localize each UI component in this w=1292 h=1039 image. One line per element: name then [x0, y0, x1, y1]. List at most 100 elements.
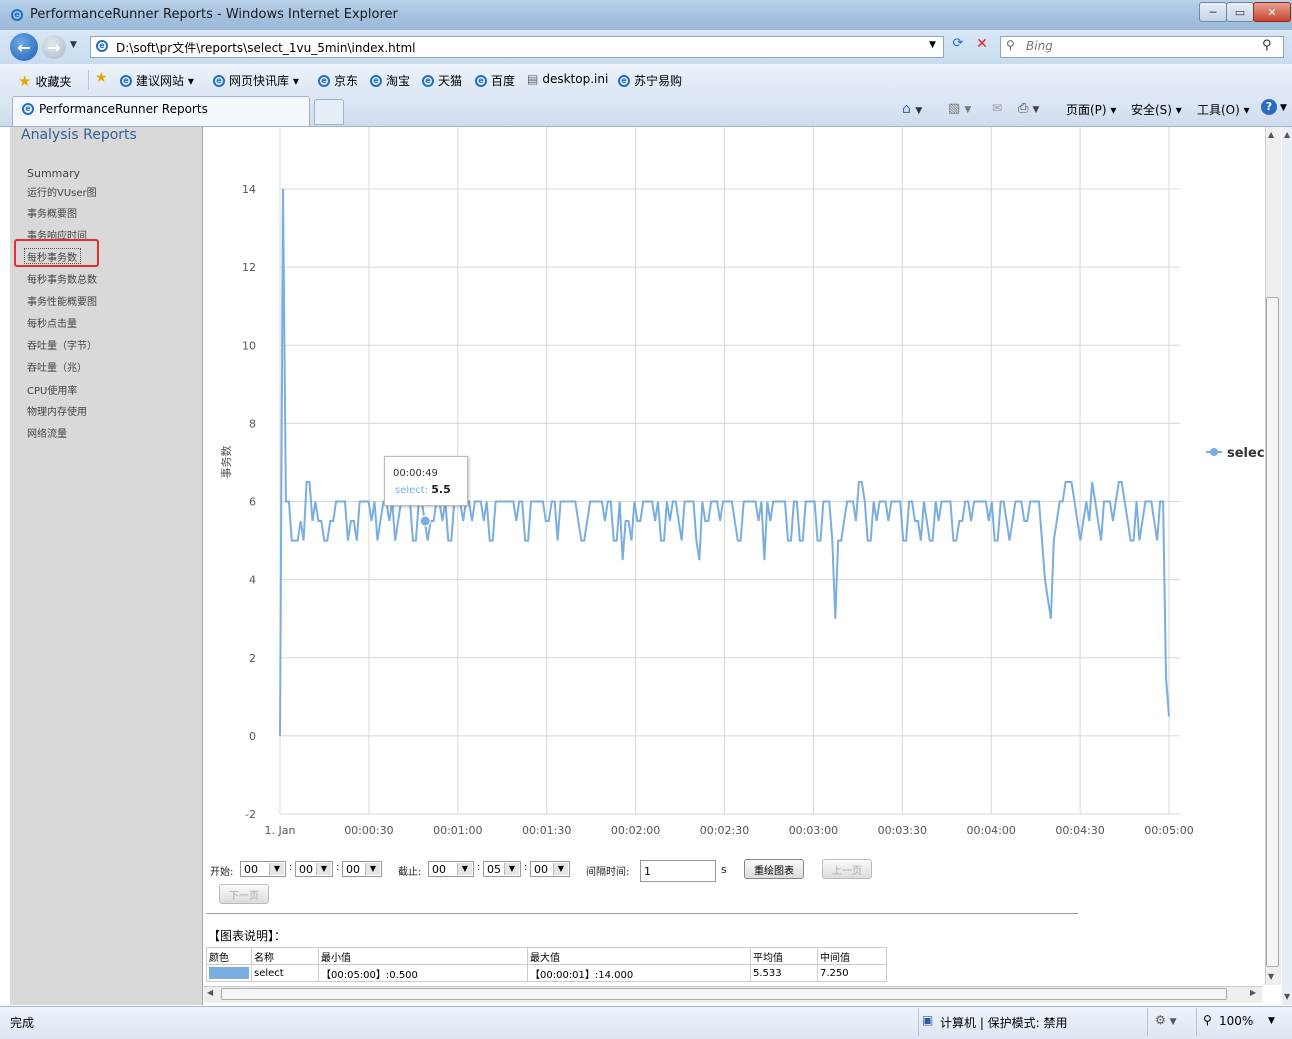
address-text[interactable]: D:\soft\pr文件\reports\select_1vu_5min\ind…	[116, 39, 416, 56]
fav-item-tmall[interactable]: e 天猫	[422, 72, 462, 89]
hovered-data-point[interactable]	[419, 515, 431, 527]
ie-page-icon: e	[370, 74, 382, 87]
recent-pages-dropdown-icon[interactable]: ▼	[70, 40, 77, 50]
tooltip-series-label: select:	[395, 485, 429, 496]
prev-page-button[interactable]: 上一页	[822, 859, 872, 879]
vertical-scroll-thumb[interactable]	[1266, 297, 1279, 967]
zoom-dropdown-icon[interactable]: ▼	[1268, 1016, 1275, 1026]
fav-item-label: 天猫	[438, 74, 463, 88]
forward-button[interactable]: →	[42, 35, 66, 59]
sidebar-item-hits-per-second[interactable]: 每秒点击量	[27, 315, 77, 330]
rss-feed-icon[interactable]: ▧ ▼	[948, 101, 971, 116]
y-axis-label: 事务数	[220, 446, 233, 479]
home-icon[interactable]: ⌂ ▼	[902, 101, 922, 117]
scroll-down-icon[interactable]: ▼	[1268, 972, 1274, 981]
select-value: 00	[244, 862, 258, 876]
colon-label: :	[336, 862, 340, 873]
start-label: 开始:	[210, 867, 234, 878]
zoom-icon[interactable]: ⚲	[1203, 1013, 1212, 1027]
fav-item-label: 建议网站 ▾	[136, 74, 194, 88]
help-dropdown-icon[interactable]: ▼	[1280, 103, 1287, 113]
fav-item-suggested[interactable]: e 建议网站 ▾	[120, 72, 194, 89]
separator	[1196, 1008, 1197, 1036]
safety-menu-button[interactable]: 安全(S) ▾	[1131, 101, 1182, 118]
zoom-level[interactable]: 100%	[1219, 1014, 1253, 1028]
chart-tooltip	[384, 456, 468, 506]
minimize-button[interactable]: ─	[1199, 2, 1227, 22]
header-max: 最大值	[527, 947, 751, 965]
separator	[88, 70, 89, 90]
add-favorite-icon[interactable]: ★	[95, 70, 108, 86]
legend-label[interactable]: selec	[1227, 446, 1265, 461]
y-tick-label: 0	[249, 730, 256, 743]
sidebar-item-total-transactions-per-second[interactable]: 每秒事务数总数	[27, 271, 97, 286]
chevron-down-icon: ▼	[269, 863, 284, 875]
sidebar-item-network-traffic[interactable]: 网络流量	[27, 425, 67, 440]
back-button[interactable]: ←	[10, 33, 38, 61]
start-minute-select[interactable]: 00 ▼	[295, 861, 333, 877]
address-dropdown-icon[interactable]: ▼	[929, 40, 936, 50]
scroll-right-icon[interactable]: ▶	[1250, 988, 1256, 997]
sidebar-item-transaction-performance-summary[interactable]: 事务性能概要图	[27, 293, 97, 308]
colon-label: :	[289, 862, 293, 873]
outer-scroll-down-icon[interactable]: ▼	[1284, 992, 1290, 1001]
end-second-select[interactable]: 00 ▼	[530, 861, 570, 877]
fav-item-jd[interactable]: e 京东	[318, 72, 358, 89]
tools-menu-button[interactable]: 工具(O) ▾	[1197, 101, 1250, 118]
select-value: 00	[346, 862, 360, 876]
table-header-row: 颜色 名称 最小值 最大值 平均值 中间值	[206, 947, 887, 965]
sidebar-item-running-vusers[interactable]: 运行的VUser图	[27, 184, 97, 199]
scroll-left-icon[interactable]: ◀	[207, 988, 213, 997]
start-hour-select[interactable]: 00 ▼	[240, 861, 286, 877]
sidebar-item-transaction-summary[interactable]: 事务概要图	[27, 205, 77, 220]
sidebar-item-transactions-per-second[interactable]: 每秒事务数	[27, 249, 77, 264]
fav-item-webslice[interactable]: e 网页快讯库 ▾	[213, 72, 299, 89]
refresh-icon[interactable]: ⟳	[948, 36, 968, 56]
page-menu-button[interactable]: 页面(P) ▾	[1066, 101, 1116, 118]
separator	[918, 1008, 919, 1036]
sidebar-item-cpu-usage[interactable]: CPU使用率	[27, 382, 77, 397]
end-minute-select[interactable]: 05 ▼	[483, 861, 521, 877]
sidebar-item-throughput-mb[interactable]: 吞吐量（兆）	[27, 359, 87, 374]
stop-icon[interactable]: ✕	[972, 36, 992, 56]
close-window-button[interactable]: ✕	[1253, 2, 1291, 22]
table-row: select 【00:05:00】:0.500 【00:00:01】:14.00…	[206, 964, 887, 982]
x-tick-label: 1. Jan	[265, 824, 296, 837]
fav-item-suning[interactable]: e 苏宁易购	[618, 72, 682, 89]
x-tick-label: 00:02:00	[611, 824, 660, 837]
y-axis-ticks: 14 12 10 8 6 4 2 0 -2	[242, 183, 256, 821]
fav-item-baidu[interactable]: e 百度	[475, 72, 515, 89]
sidebar-item-summary[interactable]: Summary	[27, 167, 80, 180]
search-icon[interactable]: ⚲	[1262, 38, 1272, 53]
sidebar-item-physical-memory[interactable]: 物理内存使用	[27, 403, 87, 418]
protected-mode-icon[interactable]: ⚙ ▼	[1155, 1013, 1177, 1027]
fav-item-label: 网页快讯库 ▾	[229, 74, 299, 88]
scroll-up-icon[interactable]: ▲	[1268, 130, 1274, 139]
sidebar-item-throughput-bytes[interactable]: 吞吐量（字节）	[27, 337, 97, 352]
maximize-button[interactable]: ▭	[1226, 2, 1254, 22]
x-axis-ticks: 1. Jan 00:00:30 00:01:00 00:01:30 00:02:00 00…	[265, 824, 1194, 837]
security-zone-text[interactable]: 计算机 | 保护模式: 禁用	[940, 1014, 1068, 1031]
next-page-button[interactable]: 下一页	[219, 884, 269, 904]
fav-item-taobao[interactable]: e 淘宝	[370, 72, 410, 89]
back-arrow-icon: ←	[17, 37, 31, 57]
median-cell: 7.250	[817, 964, 887, 982]
horizontal-scroll-thumb[interactable]	[221, 988, 1227, 1000]
mail-icon[interactable]: ✉	[992, 101, 1002, 115]
select-value: 00	[432, 862, 446, 876]
status-text: 完成	[10, 1016, 35, 1030]
favorites-button[interactable]: ★ 收藏夹	[18, 72, 71, 90]
outer-scroll-up-icon[interactable]: ▲	[1284, 130, 1290, 139]
start-second-select[interactable]: 00 ▼	[342, 861, 382, 877]
fav-item-label: 苏宁易购	[634, 74, 683, 88]
divider	[206, 913, 1078, 914]
new-tab-button[interactable]	[314, 99, 344, 125]
fav-item-desktop-ini[interactable]: ▤ desktop.ini	[527, 72, 608, 86]
end-hour-select[interactable]: 00 ▼	[428, 861, 474, 877]
help-icon[interactable]: ?	[1261, 99, 1277, 115]
print-icon[interactable]: ⎙ ▼	[1018, 101, 1039, 116]
redraw-chart-button[interactable]: 重绘图表	[744, 859, 804, 879]
interval-input[interactable]: 1	[640, 860, 716, 882]
header-min: 最小值	[318, 947, 528, 965]
outer-scroll-track	[1282, 127, 1292, 1005]
